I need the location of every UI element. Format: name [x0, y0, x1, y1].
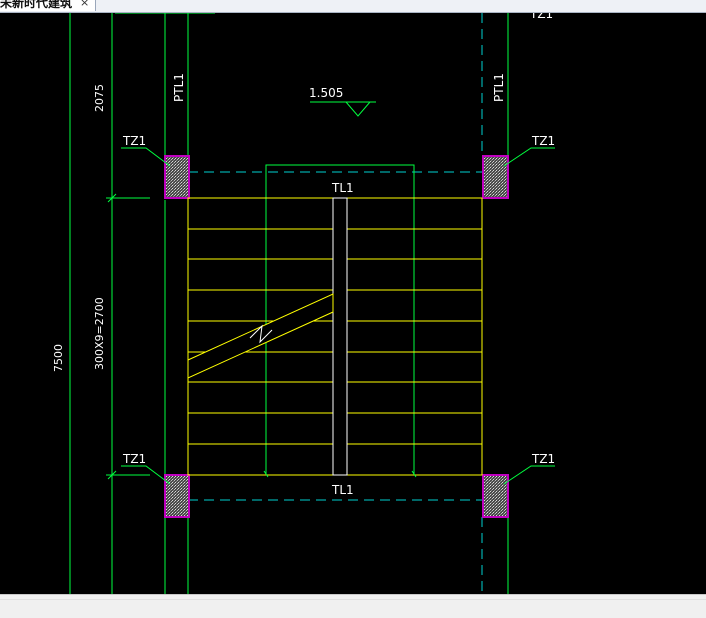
column-label-top-left: TZ1	[122, 134, 146, 148]
column-label-bottom-left: TZ1	[122, 452, 146, 466]
stair-plan-drawing: 7500 2075 300X9=2700 PTL1 PTL1 TZ1 1.505…	[52, 7, 555, 594]
platform-beam-label-left: PTL1	[172, 73, 186, 102]
status-bar-divider	[0, 599, 706, 600]
elevation-marker	[310, 101, 376, 117]
document-tab-bar: 未新时代建筑 ×	[0, 0, 706, 13]
column-top-right	[482, 155, 509, 199]
overall-dimension	[69, 12, 215, 594]
break-line	[187, 293, 334, 379]
beam-label-top: TL1	[331, 181, 354, 195]
platform-beam-label-right: PTL1	[492, 73, 506, 102]
column-bottom-right	[482, 474, 509, 518]
elevation-text: 1.505	[309, 86, 343, 100]
dimension-total-text: 7500	[52, 344, 65, 372]
platform-beam-label-top-right: TZ1	[529, 13, 553, 21]
status-bar	[0, 594, 706, 618]
cad-drawing-canvas[interactable]: 7500 2075 300X9=2700 PTL1 PTL1 TZ1 1.505…	[0, 7, 706, 594]
dimension-stair-text: 300X9=2700	[93, 297, 106, 370]
stair-well	[332, 197, 348, 476]
close-icon[interactable]: ×	[80, 0, 89, 9]
beam-label-bottom: TL1	[331, 483, 354, 497]
partial-dimension	[107, 13, 117, 594]
column-label-bottom-right: TZ1	[531, 452, 555, 466]
column-top-left	[164, 155, 190, 199]
tab-title: 未新时代建筑	[0, 0, 73, 10]
document-tab[interactable]: 未新时代建筑 ×	[0, 0, 97, 11]
column-bottom-left	[164, 474, 190, 518]
column-label-top-right: TZ1	[531, 134, 555, 148]
dimension-upper-text: 2075	[93, 84, 106, 112]
